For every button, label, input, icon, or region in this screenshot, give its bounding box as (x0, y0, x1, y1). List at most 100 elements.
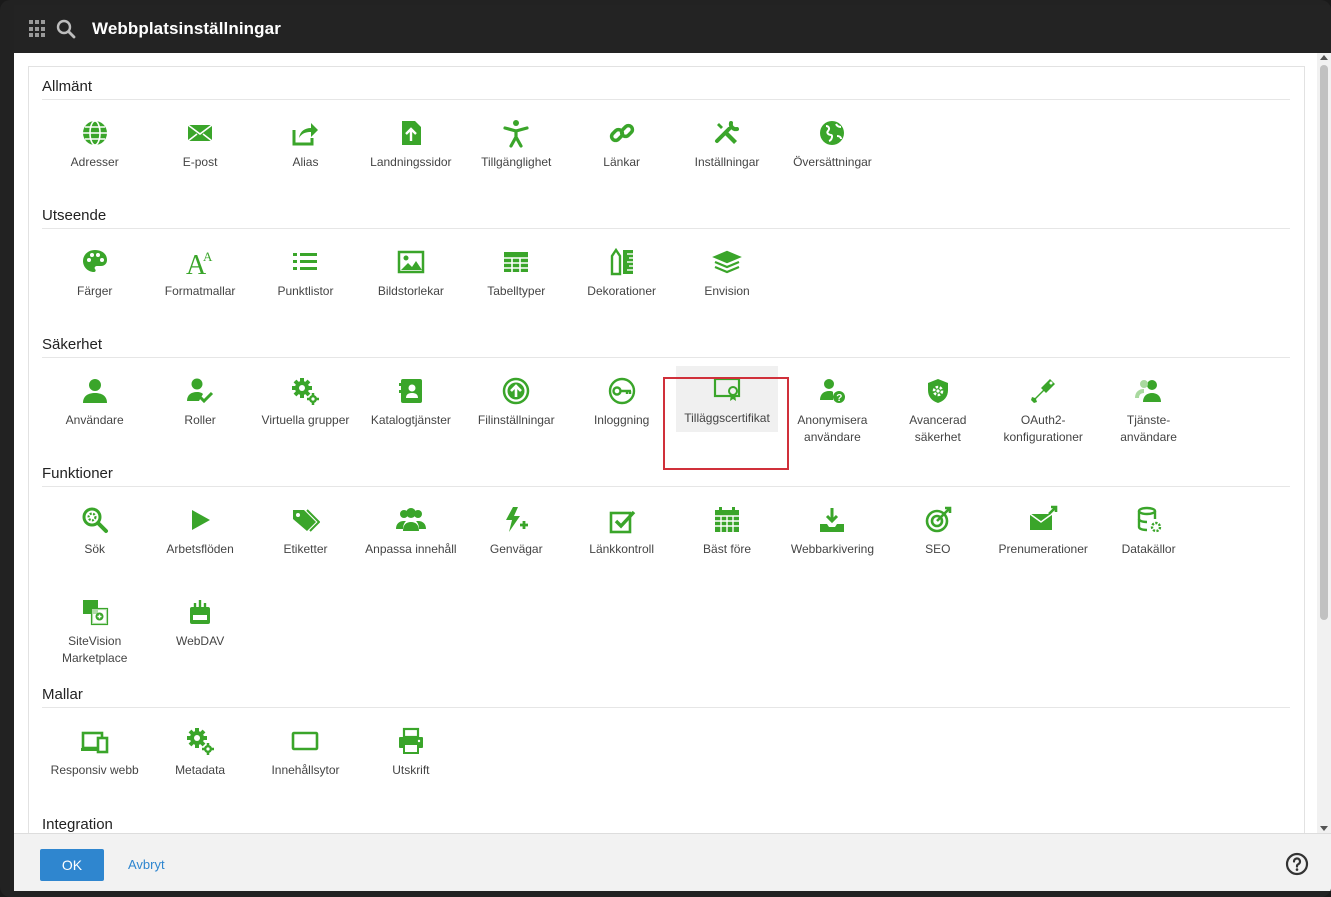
setting-item[interactable]: SEO (885, 487, 990, 579)
shield-gear-icon (927, 379, 948, 403)
setting-label: Avancerad säkerhet (909, 413, 967, 444)
setting-item[interactable]: WebDAV (147, 579, 252, 671)
app-grid-icon[interactable] (29, 20, 47, 38)
setting-item[interactable]: Länkkontroll (569, 487, 674, 579)
section-title: Funktioner (42, 464, 1290, 487)
setting-item[interactable]: Inställningar (674, 100, 779, 192)
setting-item[interactable]: Dekorationer (569, 229, 674, 321)
image-icon (397, 250, 425, 274)
settings-grid: Responsiv webb Metadata Innehållsytor Utskr… (42, 708, 1290, 800)
scroll-up-icon[interactable] (1320, 55, 1328, 60)
globe-icon (82, 120, 107, 146)
setting-item[interactable]: Virtuella grupper (253, 358, 358, 450)
section-title: Mallar (42, 685, 1290, 708)
setting-item[interactable]: ? Anonymisera användare (780, 358, 885, 450)
setting-item[interactable]: Tilläggscertifikat (676, 366, 779, 432)
marketplace-icon (82, 600, 108, 626)
setting-item[interactable]: Responsiv webb (42, 708, 147, 800)
rectangle-icon (292, 731, 319, 751)
scrollbar[interactable] (1317, 53, 1331, 833)
setting-label: Tabelltyper (487, 284, 546, 298)
setting-item[interactable]: Användare (42, 358, 147, 450)
setting-item[interactable]: Anpassa innehåll (358, 487, 463, 579)
setting-label: Inställningar (694, 155, 760, 169)
setting-item[interactable]: Prenumerationer (991, 487, 1096, 579)
key-circle-icon (608, 377, 635, 405)
setting-label: Responsiv webb (50, 763, 139, 777)
setting-item[interactable]: Arbetsflöden (147, 487, 252, 579)
setting-label: Filinställningar (477, 413, 555, 427)
list-icon (293, 253, 318, 270)
svg-text:?: ? (837, 393, 843, 404)
setting-item[interactable]: Alias (253, 100, 358, 192)
setting-label: Metadata (175, 763, 226, 777)
setting-item[interactable]: Webbarkivering (780, 487, 885, 579)
setting-item[interactable]: Färger (42, 229, 147, 321)
setting-item[interactable]: Genvägar (464, 487, 569, 579)
scrollbar-thumb[interactable] (1320, 65, 1328, 620)
setting-label: E-post (182, 155, 218, 169)
setting-item[interactable]: Tjänste-användare (1096, 358, 1201, 450)
play-icon (192, 510, 211, 530)
setting-item[interactable]: Etiketter (253, 487, 358, 579)
setting-item[interactable]: Tabelltyper (464, 229, 569, 321)
section-title: Allmänt (42, 77, 1290, 100)
cancel-link[interactable]: Avbryt (128, 857, 165, 872)
setting-item[interactable]: Översättningar (780, 100, 885, 192)
setting-item[interactable]: Tillgänglighet (464, 100, 569, 192)
setting-item[interactable]: A A Formatmallar (147, 229, 252, 321)
setting-item[interactable]: Adresser (42, 100, 147, 192)
share-icon (292, 123, 319, 146)
scroll-down-icon[interactable] (1320, 826, 1328, 831)
setting-label: Översättningar (793, 155, 872, 169)
earth-icon (820, 121, 845, 145)
setting-item[interactable]: Envision (674, 229, 779, 321)
setting-label: Länkar (603, 155, 640, 169)
directory-icon (398, 379, 422, 403)
setting-item[interactable]: Landningssidor (358, 100, 463, 192)
section-allmänt: Allmänt Adresser E-post Alias Landningssidor… (42, 77, 1290, 192)
setting-item[interactable]: Roller (147, 358, 252, 450)
envelope-icon (187, 124, 213, 142)
setting-item[interactable]: E-post (147, 100, 252, 192)
setting-label: Färger (77, 284, 113, 298)
setting-item[interactable]: SiteVision Marketplace (42, 579, 147, 671)
setting-item[interactable]: Inloggning (569, 358, 674, 450)
setting-label: Användare (65, 413, 124, 427)
setting-label: Tilläggscertifikat (684, 411, 770, 425)
window-title: Webbplatsinställningar (92, 19, 281, 38)
section-funktioner: Funktioner Sök Arbetsflöden Etiketter Anpass… (42, 464, 1290, 671)
setting-label: Punktlistor (277, 284, 334, 298)
setting-item[interactable]: Utskrift (358, 708, 463, 800)
setting-item[interactable]: Katalogtjänster (358, 358, 463, 450)
settings-grid: Användare Roller Virtuella grupper Katalogt… (42, 358, 1290, 450)
settings-panel: Allmänt Adresser E-post Alias Landningssidor… (28, 66, 1305, 836)
setting-item[interactable]: OAuth2- konfigurationer (991, 358, 1096, 450)
download-tray-icon (820, 508, 845, 532)
setting-item[interactable]: Länkar (569, 100, 674, 192)
font-icon: AA (186, 249, 213, 277)
setting-label: Innehållsytor (271, 763, 340, 777)
setting-item[interactable]: Avancerad säkerhet (885, 358, 990, 450)
setting-item[interactable]: Metadata (147, 708, 252, 800)
setting-label: Inloggning (593, 413, 650, 427)
setting-item[interactable]: Punktlistor (253, 229, 358, 321)
section-title: Säkerhet (42, 335, 1290, 358)
setting-label: Adresser (70, 155, 119, 169)
setting-item[interactable]: Sök (42, 487, 147, 579)
setting-item[interactable]: Bäst före (674, 487, 779, 579)
ok-button[interactable]: OK (40, 849, 104, 881)
search-icon[interactable] (55, 18, 77, 40)
setting-item[interactable]: Filinställningar (464, 358, 569, 450)
setting-item[interactable]: Innehållsytor (253, 708, 358, 800)
setting-label: Utskrift (392, 763, 430, 777)
setting-item[interactable]: Datakällor (1096, 487, 1201, 579)
decoration-icon (610, 247, 633, 276)
webdav-icon (190, 600, 211, 624)
help-icon[interactable] (1285, 852, 1309, 876)
gears-icon (187, 728, 215, 755)
landing-page-icon (401, 121, 421, 145)
setting-item[interactable]: Bildstorlekar (358, 229, 463, 321)
section-title: Utseende (42, 206, 1290, 229)
setting-label: Anpassa innehåll (365, 542, 457, 556)
